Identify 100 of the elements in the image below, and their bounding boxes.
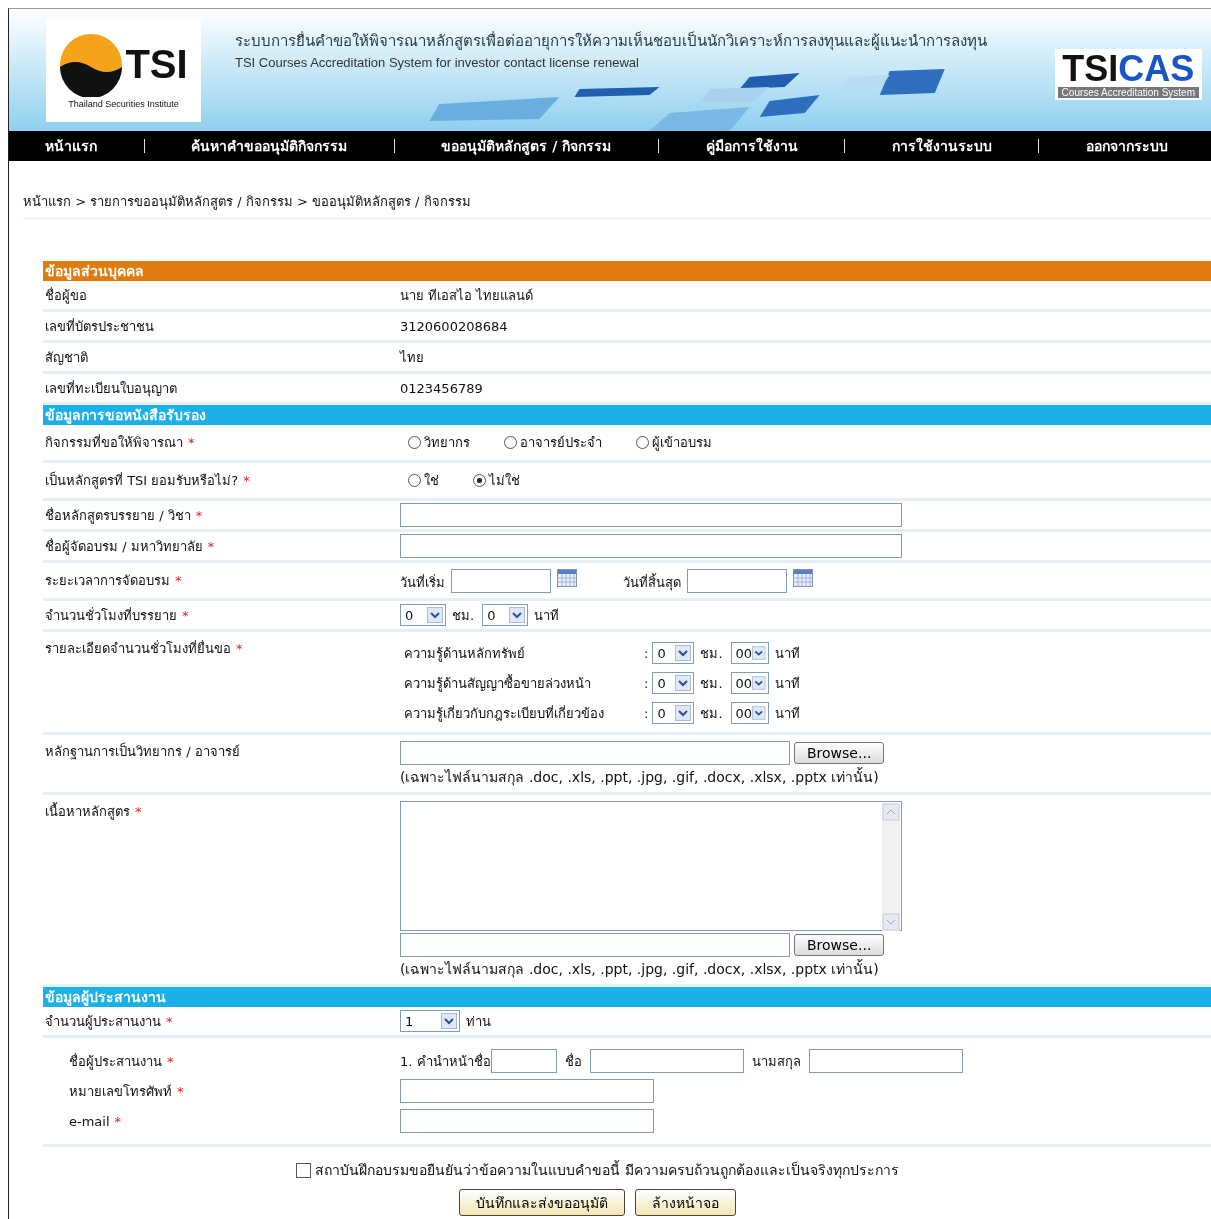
field-value: 3120600208684 — [400, 318, 508, 334]
scrollbar-icon — [882, 803, 900, 931]
field-label: ชื่อหลักสูตรบรรยาย / วิชา — [45, 507, 191, 523]
browse-button[interactable]: Browse... — [794, 742, 885, 764]
field-label: e-mail — [69, 1113, 110, 1129]
colon-separator: : — [644, 645, 649, 661]
date-field[interactable] — [451, 568, 551, 593]
field-value: นาย ทีเอสไอ ไทยแลนด์ — [400, 286, 534, 305]
file-type-note: (เฉพาะไฟล์นามสกุล .doc, .xls, .ppt, .jpg, .gif, .docx, .xlsx, .pptx เท่านั้น) — [400, 958, 879, 980]
radio-label[interactable]: ผู้เข้าอบรม — [652, 432, 712, 453]
unit-label: ชม. — [700, 704, 723, 723]
dropdown[interactable]: 1 — [400, 1010, 460, 1032]
required-mark: * — [236, 641, 243, 656]
radio-label[interactable]: ใช่ — [424, 470, 439, 491]
unit-label: ชม. — [452, 606, 475, 625]
field-label: วันที่เริ่ม — [400, 573, 445, 592]
file-path-field[interactable] — [400, 933, 790, 957]
radio-button[interactable] — [636, 436, 649, 449]
action-button[interactable]: บันทึกและส่งขออนุมัติ — [459, 1189, 625, 1216]
dropdown[interactable]: 0 — [652, 702, 695, 724]
nav-link[interactable]: ค้นหาคำขออนุมัติกิจกรรม — [191, 135, 348, 157]
logo-caption: Thailand Securities Institute — [68, 98, 179, 109]
last-name-field[interactable] — [808, 1049, 963, 1073]
dropdown[interactable]: 00 — [730, 672, 769, 694]
dropdown[interactable]: 0 — [652, 642, 695, 664]
section-header: ข้อมูลส่วนบุคคล — [43, 261, 1211, 281]
text-field[interactable] — [400, 1109, 654, 1133]
date-field[interactable] — [687, 568, 787, 593]
radio-label[interactable]: อาจารย์ประจำ — [520, 432, 602, 453]
field-label: หมายเลขโทรศัพท์ — [69, 1083, 172, 1099]
section-header: ข้อมูลการขอหนังสือรับรอง — [43, 405, 1211, 425]
calendar-icon[interactable] — [793, 568, 813, 587]
dropdown[interactable]: 00 — [730, 642, 769, 664]
nav-link[interactable]: ออกจากระบบ — [1085, 135, 1168, 157]
radio-button[interactable] — [408, 474, 421, 487]
field-label: นามสกุล — [751, 1052, 801, 1072]
required-mark: * — [135, 804, 142, 819]
dropdown[interactable]: 0 — [482, 604, 529, 626]
logo-icon — [59, 32, 124, 97]
title-field[interactable] — [490, 1049, 557, 1073]
field-label: ความรู้เกี่ยวกับกฎระเบียบที่เกี่ยวข้อง — [404, 704, 605, 724]
unit-label: นาที — [774, 704, 800, 723]
section-header: ข้อมูลผู้ประสานงาน — [43, 987, 1211, 1007]
action-button[interactable]: ล้างหน้าจอ — [635, 1189, 736, 1216]
field-label: สัญชาติ — [45, 349, 88, 365]
first-name-field[interactable] — [589, 1049, 744, 1073]
unit-label: นาที — [774, 644, 800, 663]
required-mark: * — [182, 607, 189, 623]
field-label: จำนวนชั่วโมงที่บรรยาย — [45, 607, 177, 623]
dropdown[interactable]: 00 — [730, 702, 769, 724]
required-mark: * — [167, 1053, 174, 1069]
unit-label: ท่าน — [466, 1012, 491, 1031]
field-label: รายละเอียดจำนวนชั่วโมงที่ยื่นขอ — [45, 641, 231, 656]
field-label: จำนวนผู้ประสานงาน — [45, 1013, 161, 1029]
text-field[interactable] — [400, 503, 902, 527]
field-label: ความรู้ด้านหลักทรัพย์ — [404, 644, 526, 664]
caret-icon — [675, 705, 692, 721]
field-label: ชื่อผู้จัดอบรม / มหาวิทยาลัย — [45, 538, 203, 554]
nav-link[interactable]: การใช้งานระบบ — [891, 135, 992, 157]
radio-button[interactable] — [473, 474, 486, 487]
logo-text: TSI — [125, 42, 188, 87]
caret-icon — [427, 607, 443, 623]
file-path-field[interactable] — [400, 741, 790, 765]
checkbox[interactable] — [296, 1162, 312, 1178]
field-label: เนื้อหาหลักสูตร — [45, 804, 130, 819]
browse-button[interactable]: Browse... — [794, 934, 885, 956]
dropdown[interactable]: 0 — [652, 672, 695, 694]
caret-icon — [509, 607, 526, 623]
required-mark: * — [195, 507, 203, 523]
caret-icon — [441, 1013, 457, 1029]
colon-separator: : — [644, 705, 649, 721]
unit-label: ชม. — [700, 674, 723, 693]
caret-icon — [675, 645, 692, 661]
unit-label: นาที — [534, 606, 560, 625]
checkbox-label[interactable]: สถาบันฝึกอบรมขอยืนยันว่าข้อความในแบบคำขอนี้ มีความครบถ้วนถูกต้องและเป็นจริงทุกประการ — [315, 1159, 899, 1181]
field-label: ชื่อผู้ขอ — [45, 287, 87, 303]
radio-label[interactable]: ไม่ใช่ — [489, 470, 520, 491]
file-type-note: (เฉพาะไฟล์นามสกุล .doc, .xls, .ppt, .jpg, .gif, .docx, .xlsx, .pptx เท่านั้น) — [400, 766, 879, 788]
required-mark: * — [177, 1083, 184, 1099]
radio-button[interactable] — [408, 436, 421, 449]
unit-label: นาที — [774, 674, 800, 693]
colon-separator: : — [644, 675, 649, 691]
brand-text: TSI — [1062, 48, 1119, 89]
required-mark: * — [166, 1013, 173, 1029]
field-label: ระยะเวลาการจัดอบรม — [45, 573, 170, 588]
radio-button[interactable] — [504, 436, 517, 449]
text-field[interactable] — [400, 1079, 654, 1103]
field-value: ไทย — [400, 348, 424, 367]
dropdown[interactable]: 0 — [400, 604, 446, 626]
required-mark: * — [188, 435, 195, 450]
nav-link[interactable]: คู่มือการใช้งาน — [705, 135, 798, 157]
radio-label[interactable]: วิทยากร — [424, 432, 470, 453]
caret-icon — [752, 675, 766, 691]
required-mark: * — [175, 573, 182, 588]
nav-link[interactable]: หน้าแรก — [45, 135, 97, 157]
text-field[interactable] — [400, 534, 902, 558]
nav-link[interactable]: ขออนุมัติหลักสูตร / กิจกรรม — [441, 135, 612, 157]
field-label: ชื่อผู้ประสานงาน — [69, 1053, 162, 1069]
calendar-icon[interactable] — [557, 568, 577, 587]
field-label: หลักฐานการเป็นวิทยากร / อาจารย์ — [45, 744, 240, 759]
